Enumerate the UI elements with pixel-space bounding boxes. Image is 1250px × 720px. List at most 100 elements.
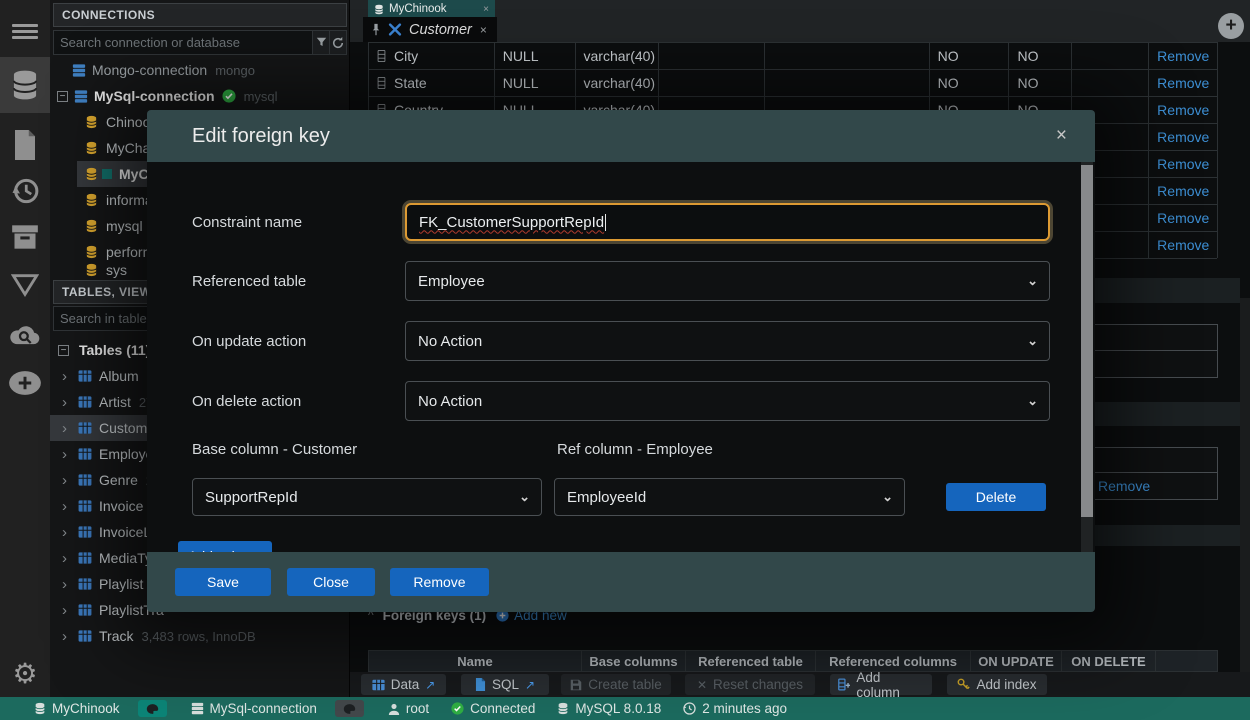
- tab-mychinook[interactable]: MyChinook ×: [368, 0, 495, 18]
- tab-customer[interactable]: Customer ×: [363, 17, 497, 42]
- table-icon: [78, 552, 92, 564]
- chevron-right-icon[interactable]: ›: [62, 550, 74, 567]
- remove-column-link[interactable]: Remove: [1157, 156, 1209, 172]
- fk-col-name: Name: [369, 651, 582, 671]
- add-index-button[interactable]: Add index: [947, 674, 1047, 695]
- table-icon: [78, 526, 92, 538]
- tab-label: MyChinook: [389, 3, 483, 15]
- remove-column-link[interactable]: Remove: [1157, 129, 1209, 145]
- connection-item-mongo[interactable]: Mongo-connection mongo: [50, 57, 350, 83]
- sidebar-item-filter[interactable]: [0, 262, 50, 308]
- table-label: Genre: [99, 472, 138, 488]
- status-version-label: MySQL 8.0.18: [575, 701, 661, 716]
- table-row[interactable]: State NULL varchar(40) NO NO Remove: [369, 70, 1217, 97]
- close-icon[interactable]: ×: [483, 4, 489, 15]
- table-item-track[interactable]: › Track 3,483 rows, InnoDB: [50, 623, 350, 649]
- chevron-right-icon[interactable]: ›: [62, 368, 74, 385]
- status-connection[interactable]: MySql-connection: [191, 701, 317, 716]
- filter-funnel-icon[interactable]: [313, 30, 330, 55]
- fk-col-referenced-columns: Referenced columns: [816, 651, 971, 671]
- menu-icon[interactable]: [0, 8, 50, 54]
- settings-gear-icon[interactable]: ⚙: [0, 650, 50, 696]
- add-column-label: Add column: [856, 670, 924, 700]
- chevron-right-icon[interactable]: ›: [62, 524, 74, 541]
- remove-column-link[interactable]: Remove: [1157, 48, 1209, 64]
- remove-column-link[interactable]: Remove: [1157, 102, 1209, 118]
- chevron-down-icon: ⌄: [1027, 393, 1038, 409]
- database-icon: [557, 702, 569, 715]
- external-link-icon: ↗: [425, 678, 435, 692]
- column-default: NULL: [495, 70, 576, 96]
- dialog-scrollbar-track[interactable]: [1081, 162, 1093, 552]
- user-icon: [388, 703, 400, 715]
- connections-search-input[interactable]: [53, 30, 313, 55]
- remove-column-link[interactable]: Remove: [1157, 183, 1209, 199]
- database-color-badge[interactable]: [138, 700, 167, 717]
- tab-label: Customer: [409, 22, 472, 38]
- data-button[interactable]: Data ↗: [361, 674, 446, 695]
- sidebar-item-history[interactable]: [0, 168, 50, 214]
- chevron-right-icon[interactable]: ›: [62, 420, 74, 437]
- database-gold-icon: [85, 193, 98, 207]
- table-icon: [78, 500, 92, 512]
- remove-button[interactable]: Remove: [390, 568, 489, 596]
- history-icon: [10, 176, 40, 206]
- close-button[interactable]: Close: [287, 568, 375, 596]
- close-icon[interactable]: ×: [480, 23, 487, 37]
- sidebar-item-archive[interactable]: [0, 214, 50, 260]
- plus-circle-icon: [8, 370, 42, 396]
- constraint-name-input[interactable]: FK_CustomerSupportRepId: [405, 203, 1050, 241]
- sidebar-item-cloud-search[interactable]: [0, 312, 50, 358]
- tables-header-label: TABLES, VIEWS: [62, 285, 160, 299]
- collapse-expander-icon[interactable]: −: [57, 91, 68, 102]
- status-database[interactable]: MyChinook: [34, 701, 120, 716]
- gear-icon: ⚙: [12, 657, 37, 690]
- add-column-pair-button[interactable]: Add column: [178, 541, 272, 552]
- refresh-icon[interactable]: [330, 30, 347, 55]
- add-column-button[interactable]: Add column: [830, 674, 932, 695]
- sql-button[interactable]: SQL ↗: [461, 674, 549, 695]
- database-gold-icon: [85, 245, 98, 259]
- dialog-header: Edit foreign key ×: [147, 110, 1095, 162]
- database-label: sys: [106, 262, 127, 278]
- chevron-right-icon[interactable]: ›: [62, 628, 74, 645]
- edit-foreign-key-dialog: Edit foreign key × Add column Constraint…: [147, 110, 1095, 612]
- sidebar-item-files[interactable]: [0, 122, 50, 168]
- ref-column-select[interactable]: EmployeeId ⌄: [554, 478, 905, 516]
- remove-column-link[interactable]: Remove: [1157, 210, 1209, 226]
- ok-check-icon: [451, 702, 464, 715]
- collapse-expander-icon[interactable]: −: [58, 345, 69, 356]
- on-update-label: On update action: [192, 321, 306, 361]
- ok-check-icon: [222, 89, 236, 103]
- remove-column-link[interactable]: Remove: [1157, 75, 1209, 91]
- base-column-select[interactable]: SupportRepId ⌄: [192, 478, 542, 516]
- chevron-right-icon[interactable]: ›: [62, 394, 74, 411]
- table-row[interactable]: City NULL varchar(40) NO NO Remove: [369, 43, 1217, 70]
- sidebar-item-database[interactable]: [0, 57, 50, 113]
- referenced-table-select[interactable]: Employee ⌄: [405, 261, 1050, 301]
- on-delete-select[interactable]: No Action ⌄: [405, 381, 1050, 421]
- save-button[interactable]: Save: [175, 568, 271, 596]
- sidebar-item-add-connection[interactable]: [0, 360, 50, 406]
- chevron-right-icon[interactable]: ›: [62, 472, 74, 489]
- delete-column-pair-button[interactable]: Delete: [946, 483, 1046, 511]
- connection-item-mysql[interactable]: − MySql-connection mysql: [50, 83, 350, 109]
- chevron-right-icon[interactable]: ›: [62, 446, 74, 463]
- alter-table-tools-icon: [388, 23, 402, 36]
- connections-header-label: CONNECTIONS: [62, 8, 155, 22]
- chevron-right-icon[interactable]: ›: [62, 602, 74, 619]
- status-user: root: [388, 701, 429, 716]
- database-label: mysql: [106, 218, 143, 234]
- connection-color-badge[interactable]: [335, 700, 364, 717]
- on-update-select[interactable]: No Action ⌄: [405, 321, 1050, 361]
- fk-col-on-delete: ON DELETE: [1062, 651, 1156, 671]
- chevron-right-icon[interactable]: ›: [62, 498, 74, 515]
- remove-column-link[interactable]: Remove: [1157, 237, 1209, 253]
- close-icon[interactable]: ×: [1056, 125, 1067, 147]
- new-tab-button[interactable]: +: [1218, 13, 1244, 39]
- main-scrollbar-track[interactable]: [1240, 298, 1250, 697]
- chevron-right-icon[interactable]: ›: [62, 576, 74, 593]
- remove-link[interactable]: Remove: [1098, 478, 1150, 494]
- dialog-scrollbar-thumb[interactable]: [1081, 165, 1093, 517]
- column-icon: [377, 50, 386, 62]
